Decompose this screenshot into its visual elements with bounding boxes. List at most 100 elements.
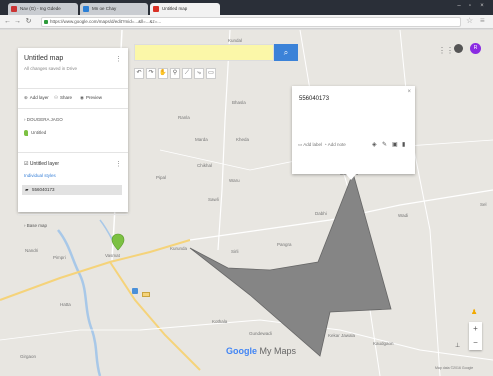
map-title[interactable]: Untitled map <box>24 55 63 62</box>
layer-options-icon[interactable]: ⋮ <box>115 160 122 168</box>
preview-icon: ◉ <box>80 95 84 100</box>
map-place-label: Kundal <box>228 38 243 43</box>
highway-shield-icon <box>142 292 150 297</box>
preview-button[interactable]: ◉ Preview <box>80 95 102 101</box>
hand-icon[interactable]: ✋ <box>158 68 168 79</box>
photo-icon[interactable]: ▣ <box>392 141 398 148</box>
add-label-text: Add label <box>303 142 323 147</box>
map-place-label: Vasmat <box>105 253 120 258</box>
divider <box>18 88 128 89</box>
browser-tab-1[interactable]: Nav (G) - Ing Gdede <box>8 3 78 15</box>
map-place-label: Nandri <box>25 248 39 253</box>
browser-tab-active[interactable]: Untitled map <box>150 3 220 15</box>
logo-google-text: Google <box>226 346 257 356</box>
marker-icon[interactable]: ⚲ <box>170 68 180 79</box>
undo-icon[interactable]: ↶ <box>134 68 144 79</box>
individual-styles-link[interactable]: Individual styles <box>24 173 56 178</box>
zoom-in-button[interactable]: + <box>469 322 482 336</box>
add-layer-label: Add layer <box>29 95 49 100</box>
divider <box>18 152 128 153</box>
url-text: https://www.google.com/maps/d/edit?mid=.… <box>50 19 162 24</box>
popup-pointer <box>345 173 357 180</box>
add-layer-button[interactable]: ⊕ Add layer <box>24 95 49 101</box>
map-place-label: Chikhal <box>197 163 213 168</box>
tab-label: Untitled map <box>162 6 188 11</box>
tab-favicon-icon <box>11 6 17 12</box>
layer-title[interactable]: ☑ Untitled layer <box>24 161 59 167</box>
browser-tab-2[interactable]: Mn oe Chay <box>80 3 148 15</box>
back-icon[interactable]: ← <box>3 17 12 26</box>
delete-icon[interactable]: ▮ <box>402 141 405 148</box>
map-place-label: Sawli <box>208 197 219 202</box>
poi-icon[interactable] <box>132 288 138 294</box>
avatar[interactable]: R <box>470 43 481 54</box>
divider <box>18 108 128 109</box>
marker-item[interactable]: Untitled <box>24 130 46 136</box>
map-place-label: Waru <box>229 178 240 183</box>
map-place-label: Sel <box>480 202 487 207</box>
style-bucket-icon[interactable]: ◈ <box>372 141 377 148</box>
logo-suffix-text: My Maps <box>259 346 297 356</box>
map-place-label: Kheda <box>236 137 250 142</box>
lock-icon <box>44 20 48 24</box>
map-place-label: Wadi <box>398 213 409 218</box>
close-window-icon[interactable]: × <box>478 3 486 10</box>
add-label-button[interactable]: ▭ Add label <box>298 142 322 148</box>
map-search-input[interactable] <box>134 44 274 61</box>
polygon-list-item[interactable]: ▰ 556040173 <box>22 185 122 195</box>
tab-favicon-icon <box>153 6 159 12</box>
base-map-label: Base map <box>26 223 48 228</box>
address-bar: ← → ↻ https://www.google.com/maps/d/edit… <box>0 15 493 29</box>
map-place-label: Hatta <box>60 302 71 307</box>
share-button[interactable]: ⚇ Share <box>54 95 72 101</box>
map-place-label: Sirli <box>231 249 239 254</box>
close-icon[interactable]: × <box>407 89 411 95</box>
minimize-icon[interactable]: – <box>455 3 463 10</box>
zoom-control: + − <box>469 322 482 350</box>
reload-icon[interactable]: ↻ <box>24 17 33 26</box>
redo-icon[interactable]: ↷ <box>146 68 156 79</box>
browser-menu-icon[interactable]: ≡ <box>480 16 485 25</box>
drawing-toolbar: ↶ ↷ ✋ ⚲ ⟋ ⤷ ▭ <box>134 68 218 79</box>
map-canvas[interactable]: Kundal Bhasla Ranla Marda Kheda Chikhal … <box>0 30 493 376</box>
url-field[interactable]: https://www.google.com/maps/d/edit?mid=.… <box>41 17 461 27</box>
maximize-icon[interactable]: ▫ <box>466 3 474 10</box>
feature-info-popup: 556040173 × ▭ Add label ◔ Add note ◈ ✎ ▣… <box>292 86 415 174</box>
map-place-label: Kaudgaon <box>373 341 394 346</box>
notifications-icon[interactable] <box>454 44 463 53</box>
marker-label: Untitled <box>31 130 47 136</box>
map-place-label: Pangra <box>277 242 292 247</box>
line-icon[interactable]: ⟋ <box>182 68 192 79</box>
google-my-maps-logo: Google My Maps <box>226 346 296 356</box>
more-options-icon[interactable]: ⋮ <box>115 55 122 63</box>
edit-pencil-icon[interactable]: ✎ <box>382 141 387 148</box>
map-place-label: Dabhi <box>315 211 327 216</box>
street-view-icon[interactable]: ♟ <box>471 308 477 316</box>
polygon-item-label: 556040173 <box>32 187 55 192</box>
drawn-polygon[interactable] <box>189 171 392 357</box>
map-marker-icon[interactable] <box>111 233 125 251</box>
add-note-button[interactable]: ◔ Add note <box>324 142 346 147</box>
road-white <box>399 30 441 376</box>
route-icon[interactable]: ⤷ <box>194 68 204 79</box>
layer-item[interactable]: › DOUGERA JAGO <box>24 117 63 122</box>
search-button[interactable]: ⌕ <box>274 44 298 61</box>
compass-icon[interactable]: ⊥ <box>455 342 460 349</box>
apps-grid-icon[interactable]: ⋮⋮ <box>438 46 454 55</box>
map-place-label: Pipal <box>156 175 167 180</box>
road-white <box>0 329 140 341</box>
browser-tab-bar: Nav (G) - Ing Gdede Mn oe Chay Untitled … <box>0 0 493 15</box>
zoom-out-button[interactable]: − <box>469 336 482 350</box>
share-icon: ⚇ <box>54 95 59 100</box>
tab-favicon-icon <box>83 6 89 12</box>
popup-title[interactable]: 556040173 <box>299 96 329 102</box>
base-map-toggle[interactable]: › Base map <box>24 223 47 228</box>
tab-label: Mn oe Chay <box>92 6 117 11</box>
ruler-icon[interactable]: ▭ <box>206 68 216 79</box>
map-attribution[interactable]: Map data ©2016 Google <box>435 366 473 370</box>
map-place-label: Girgaon <box>20 354 37 359</box>
bookmark-star-icon[interactable]: ☆ <box>466 16 473 25</box>
preview-label: Preview <box>85 95 102 100</box>
map-place-label: Pimpri <box>53 255 66 260</box>
forward-icon[interactable]: → <box>13 17 22 26</box>
